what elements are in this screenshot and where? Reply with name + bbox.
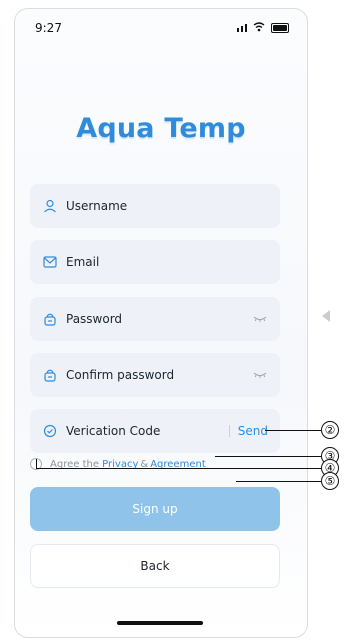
wifi-icon: [253, 21, 265, 35]
agreement-row: Agree the Privacy & Agreement: [30, 456, 280, 472]
callout-5: ⑤: [321, 472, 339, 490]
divider: [228, 425, 230, 437]
send-code-button[interactable]: Send: [228, 424, 268, 438]
left-arrow-icon: [322, 310, 330, 322]
password-placeholder: Password: [66, 312, 123, 326]
username-placeholder: Username: [66, 199, 128, 213]
lock-icon: [42, 367, 58, 383]
status-icons: [237, 21, 289, 35]
home-indicator: [117, 621, 203, 625]
eye-hidden-icon[interactable]: [252, 370, 268, 380]
callout-2: ②: [321, 421, 339, 439]
username-field[interactable]: Username: [30, 184, 280, 228]
email-field[interactable]: Email: [30, 240, 280, 284]
callout-leader-5: [236, 481, 321, 482]
verification-code-field[interactable]: Verication Code Send: [30, 409, 280, 453]
status-time: 9:27: [35, 21, 62, 35]
confirm-password-field[interactable]: Confirm password: [30, 353, 280, 397]
back-button[interactable]: Back: [30, 544, 280, 588]
callout-leader-4: [36, 468, 321, 469]
callout-leader-3: [215, 456, 321, 457]
signal-icon: [237, 24, 247, 32]
shield-check-icon: [42, 423, 58, 439]
phone-frame: 9:27 Aqua Temp Username Email Password C…: [14, 8, 308, 638]
confirm-password-placeholder: Confirm password: [66, 368, 175, 382]
sign-up-button[interactable]: Sign up: [30, 487, 280, 531]
eye-hidden-icon[interactable]: [252, 314, 268, 324]
email-placeholder: Email: [66, 255, 100, 269]
send-code-label: Send: [237, 424, 268, 438]
app-logo: Aqua Temp: [76, 113, 246, 144]
lock-icon: [42, 311, 58, 327]
callout-leader-2: [265, 430, 321, 431]
user-icon: [42, 198, 58, 214]
password-field[interactable]: Password: [30, 297, 280, 341]
verification-code-placeholder: Verication Code: [66, 424, 161, 438]
mail-icon: [42, 254, 58, 270]
status-bar: 9:27: [35, 19, 289, 37]
battery-icon: [271, 23, 289, 33]
callout-leader-4-vertical: [36, 459, 37, 468]
